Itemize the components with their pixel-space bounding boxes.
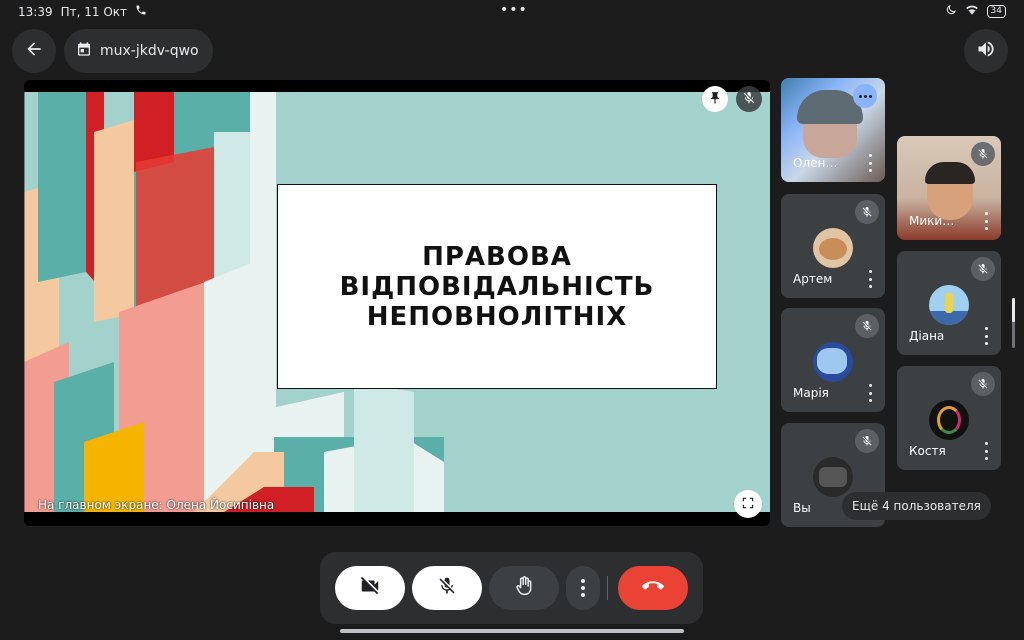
mic-off-icon [861,203,873,222]
participant-name: Мики… [909,214,955,228]
participant-avatar [813,457,853,497]
participant-tile[interactable]: Марія [781,308,885,412]
camera-toggle-button[interactable] [335,566,405,610]
participant-tile[interactable]: Мики… [897,136,1001,240]
participant-name: Вы [793,501,811,515]
pin-icon [708,90,722,109]
participant-name: Олен… [793,156,838,170]
participant-tile[interactable]: Артем [781,194,885,298]
calendar-icon [76,41,92,61]
slide-title: ПРАВОВА ВІДПОВІДАЛЬНІСТЬ НЕПОВНОЛІТНІХ [339,241,655,332]
self-mic-status [855,429,879,453]
raise-hand-button[interactable] [489,566,559,610]
mic-off-icon [861,317,873,336]
mic-off-icon [437,576,457,600]
status-date: Пт, 11 Окт [60,4,128,19]
more-options-button[interactable] [566,566,600,610]
participant-tile[interactable]: Олен… [781,78,885,182]
status-right: 34 [945,4,1006,19]
fullscreen-icon [741,495,755,514]
meet-app: 13:39 Пт, 11 Окт ••• 34 mux-jkdv-qwo ПРА… [0,0,1024,640]
moon-icon [945,4,957,19]
participant-name: Костя [909,444,946,458]
participant-more-button[interactable] [863,384,877,402]
mic-toggle-button[interactable] [412,566,482,610]
participant-name: Артем [793,272,833,286]
more-vert-icon [581,579,585,597]
participant-hair [925,162,975,184]
fullscreen-button[interactable] [734,490,762,518]
presenter-mic-status [736,86,762,112]
arrow-back-icon [24,39,44,63]
meeting-code: mux-jkdv-qwo [100,43,199,59]
wifi-icon [965,4,979,19]
participant-mic-status [855,314,879,338]
participant-avatar [929,285,969,325]
meeting-info-chip[interactable]: mux-jkdv-qwo [64,29,213,73]
audio-wave-icon [858,94,872,98]
mic-off-icon [742,90,756,109]
participant-more-button[interactable] [979,442,993,460]
participant-avatar [813,228,853,268]
participant-more-button[interactable] [979,327,993,345]
camera-off-icon [359,575,381,601]
more-users-chip[interactable]: Ещё 4 пользователя [842,492,991,520]
mic-off-icon [977,260,989,279]
speaking-indicator [853,84,877,108]
back-button[interactable] [12,29,56,73]
participant-mic-status [855,200,879,224]
slide-title-box: ПРАВОВА ВІДПОВІДАЛЬНІСТЬ НЕПОВНОЛІТНІХ [277,184,717,389]
volume-icon [976,39,996,63]
hang-up-button[interactable] [618,566,688,610]
participant-name: Діана [909,329,945,343]
participant-avatar [929,400,969,440]
phone-call-icon [135,4,147,19]
scrollbar-thumb[interactable] [1012,298,1015,322]
call-controls [320,552,703,624]
call-end-icon [642,575,664,601]
presentation-slide: ПРАВОВА ВІДПОВІДАЛЬНІСТЬ НЕПОВНОЛІТНІХ [24,92,770,512]
mic-off-icon [977,145,989,164]
participant-tile[interactable]: Діана [897,251,1001,355]
status-bar: 13:39 Пт, 11 Окт ••• 34 [0,0,1024,24]
pin-button[interactable] [702,86,728,112]
participant-avatar [813,342,853,382]
battery-indicator: 34 [986,5,1006,18]
participant-more-button[interactable] [863,154,877,172]
participant-mic-status [971,372,995,396]
status-dots[interactable]: ••• [500,2,528,18]
mic-off-icon [977,375,989,394]
participant-tile[interactable]: Костя [897,366,1001,470]
participant-more-button[interactable] [863,270,877,288]
tiles-scrollbar[interactable] [1012,298,1015,348]
status-time: 13:39 [18,4,53,19]
controls-divider [607,576,608,600]
mic-off-icon [861,432,873,451]
audio-output-button[interactable] [964,29,1008,73]
participant-name: Марія [793,386,829,400]
participant-more-button[interactable] [979,212,993,230]
main-stage[interactable]: ПРАВОВА ВІДПОВІДАЛЬНІСТЬ НЕПОВНОЛІТНІХ Н… [24,80,770,526]
stage-caption: На главном экране: Олена Йосипівна [38,498,275,512]
participant-mic-status [971,142,995,166]
hand-icon [514,575,534,601]
participant-mic-status [971,257,995,281]
status-left: 13:39 Пт, 11 Окт [18,4,147,19]
home-indicator[interactable] [340,629,684,633]
